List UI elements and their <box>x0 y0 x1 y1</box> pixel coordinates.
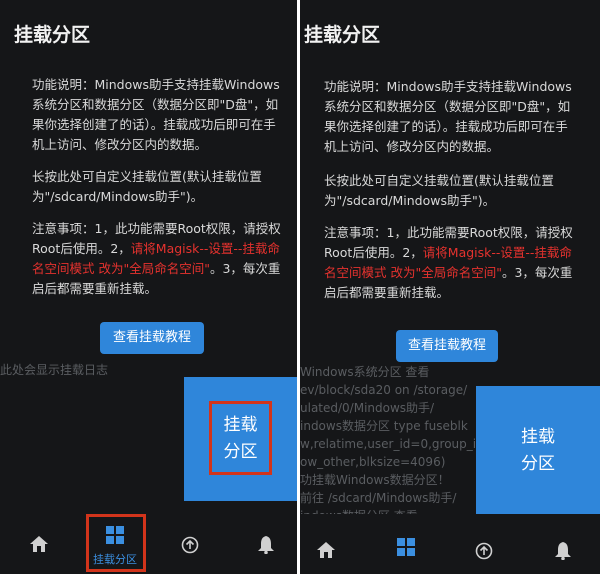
view-tutorial-button[interactable]: 查看挂载教程 <box>396 330 498 362</box>
notes-text: 注意事项：1，此功能需要Root权限，请授权 Root后使用。2，请将Magis… <box>32 219 281 299</box>
bottom-nav <box>300 514 600 574</box>
mount-location-hint[interactable]: 长按此处可自定义挂载位置(默认挂载位置 为"/sdcard/Mindows助手"… <box>324 171 554 211</box>
nav-mount-partition[interactable] <box>397 538 415 560</box>
page-title: 挂载分区 <box>304 24 381 46</box>
nav-notifications[interactable] <box>555 542 571 564</box>
home-icon <box>317 542 335 562</box>
function-description: 功能说明：Mindows助手支持挂载Windows 系统分区和数据分区（数据分区… <box>32 77 280 152</box>
upload-circle-icon <box>475 542 493 564</box>
mount-location-hint[interactable]: 长按此处可自定义挂载位置(默认挂载位置 为"/sdcard/Mindows助手"… <box>32 167 262 207</box>
nav-upload[interactable] <box>475 542 493 564</box>
mount-button-label: 挂载 分区 <box>521 427 555 474</box>
right-screenshot-panel: 挂载分区 功能说明：Mindows助手支持挂载Windows 系统分区和数据分区… <box>300 0 600 574</box>
nav-home[interactable] <box>30 536 48 556</box>
home-icon <box>30 536 48 556</box>
view-tutorial-button[interactable]: 查看挂载教程 <box>100 322 204 354</box>
nav-upload[interactable] <box>181 536 199 558</box>
nav-home[interactable] <box>317 542 335 562</box>
left-screenshot-panel: 挂载分区 功能说明：Mindows助手支持挂载Windows 系统分区和数据分区… <box>0 0 297 574</box>
grid-icon <box>397 538 415 560</box>
bell-icon <box>555 542 571 564</box>
bell-icon <box>258 536 274 558</box>
nav-highlight <box>86 514 146 572</box>
log-placeholder: 此处会显示挂载日志 <box>0 363 109 377</box>
bottom-nav: 挂载分区 <box>0 514 297 574</box>
page-title: 挂载分区 <box>14 24 91 46</box>
nav-notifications[interactable] <box>258 536 274 558</box>
mount-log: Windows系统分区 查看 ev/block/sda20 on /storag… <box>300 365 506 523</box>
notes-text: 注意事项：1，此功能需要Root权限，请授权 Root后使用。2，请将Magis… <box>324 223 573 303</box>
mount-partition-button[interactable]: 挂载 分区 <box>476 386 600 516</box>
mount-button-highlight <box>209 401 272 475</box>
upload-circle-icon <box>181 536 199 558</box>
function-description: 功能说明：Mindows助手支持挂载Windows 系统分区和数据分区（数据分区… <box>324 79 572 154</box>
